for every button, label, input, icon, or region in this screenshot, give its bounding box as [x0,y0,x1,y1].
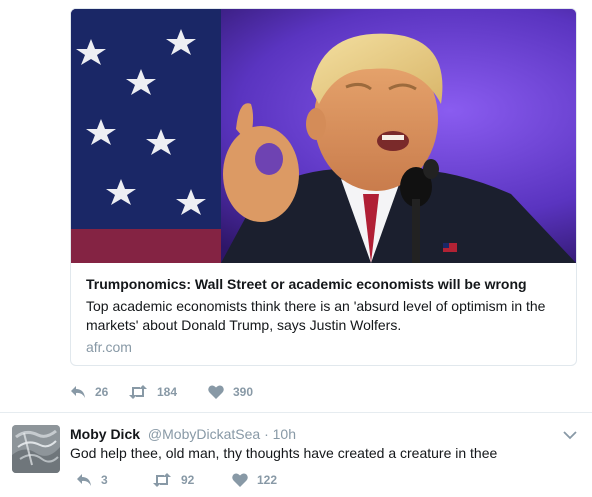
like-count: 122 [257,473,278,487]
retweet-button[interactable]: 92 [152,473,232,487]
reply-icon [77,474,91,486]
like-count: 390 [233,385,254,399]
card-description: Top academic economists think there is a… [86,298,546,333]
retweet-count: 184 [157,385,178,399]
retweet-icon [129,385,147,399]
avatar-image [12,425,60,473]
retweet-icon [153,473,171,487]
reply-count: 3 [101,473,108,487]
retweet-button[interactable]: 184 [128,385,208,399]
retweet-count: 92 [181,473,195,487]
card-image[interactable] [71,9,576,263]
link-card[interactable]: Trumponomics: Wall Street or academic ec… [70,8,577,366]
card-photo [71,9,576,263]
like-button[interactable]: 122 [232,473,277,487]
more-options-button[interactable] [563,427,577,445]
tweet-text: God help thee, old man, thy thoughts hav… [70,445,498,461]
heart-icon [208,385,224,399]
tweet-timestamp[interactable]: 10h [273,426,296,442]
card-title[interactable]: Trumponomics: Wall Street or academic ec… [86,275,566,293]
chevron-down-icon [563,431,577,440]
like-button[interactable]: 390 [208,385,253,399]
author-handle[interactable]: @MobyDickatSea [148,426,260,442]
tweet-1-actions: 26 184 390 [70,385,253,399]
avatar[interactable] [12,425,60,473]
author-name[interactable]: Moby Dick [70,426,140,442]
tweet-2[interactable]: Moby Dick @MobyDickatSea · 10h God help … [0,413,592,497]
separator-dot: · [264,426,269,442]
reply-button[interactable]: 26 [70,385,128,399]
reply-count: 26 [95,385,109,399]
heart-icon [232,473,248,487]
tweet-2-actions: 3 92 122 [76,473,277,487]
tweet-header: Moby Dick @MobyDickatSea · 10h [70,425,296,443]
reply-button[interactable]: 3 [76,473,152,487]
tweet-1: Trumponomics: Wall Street or academic ec… [0,0,592,412]
card-domain: afr.com [86,339,132,355]
reply-icon [71,386,85,398]
